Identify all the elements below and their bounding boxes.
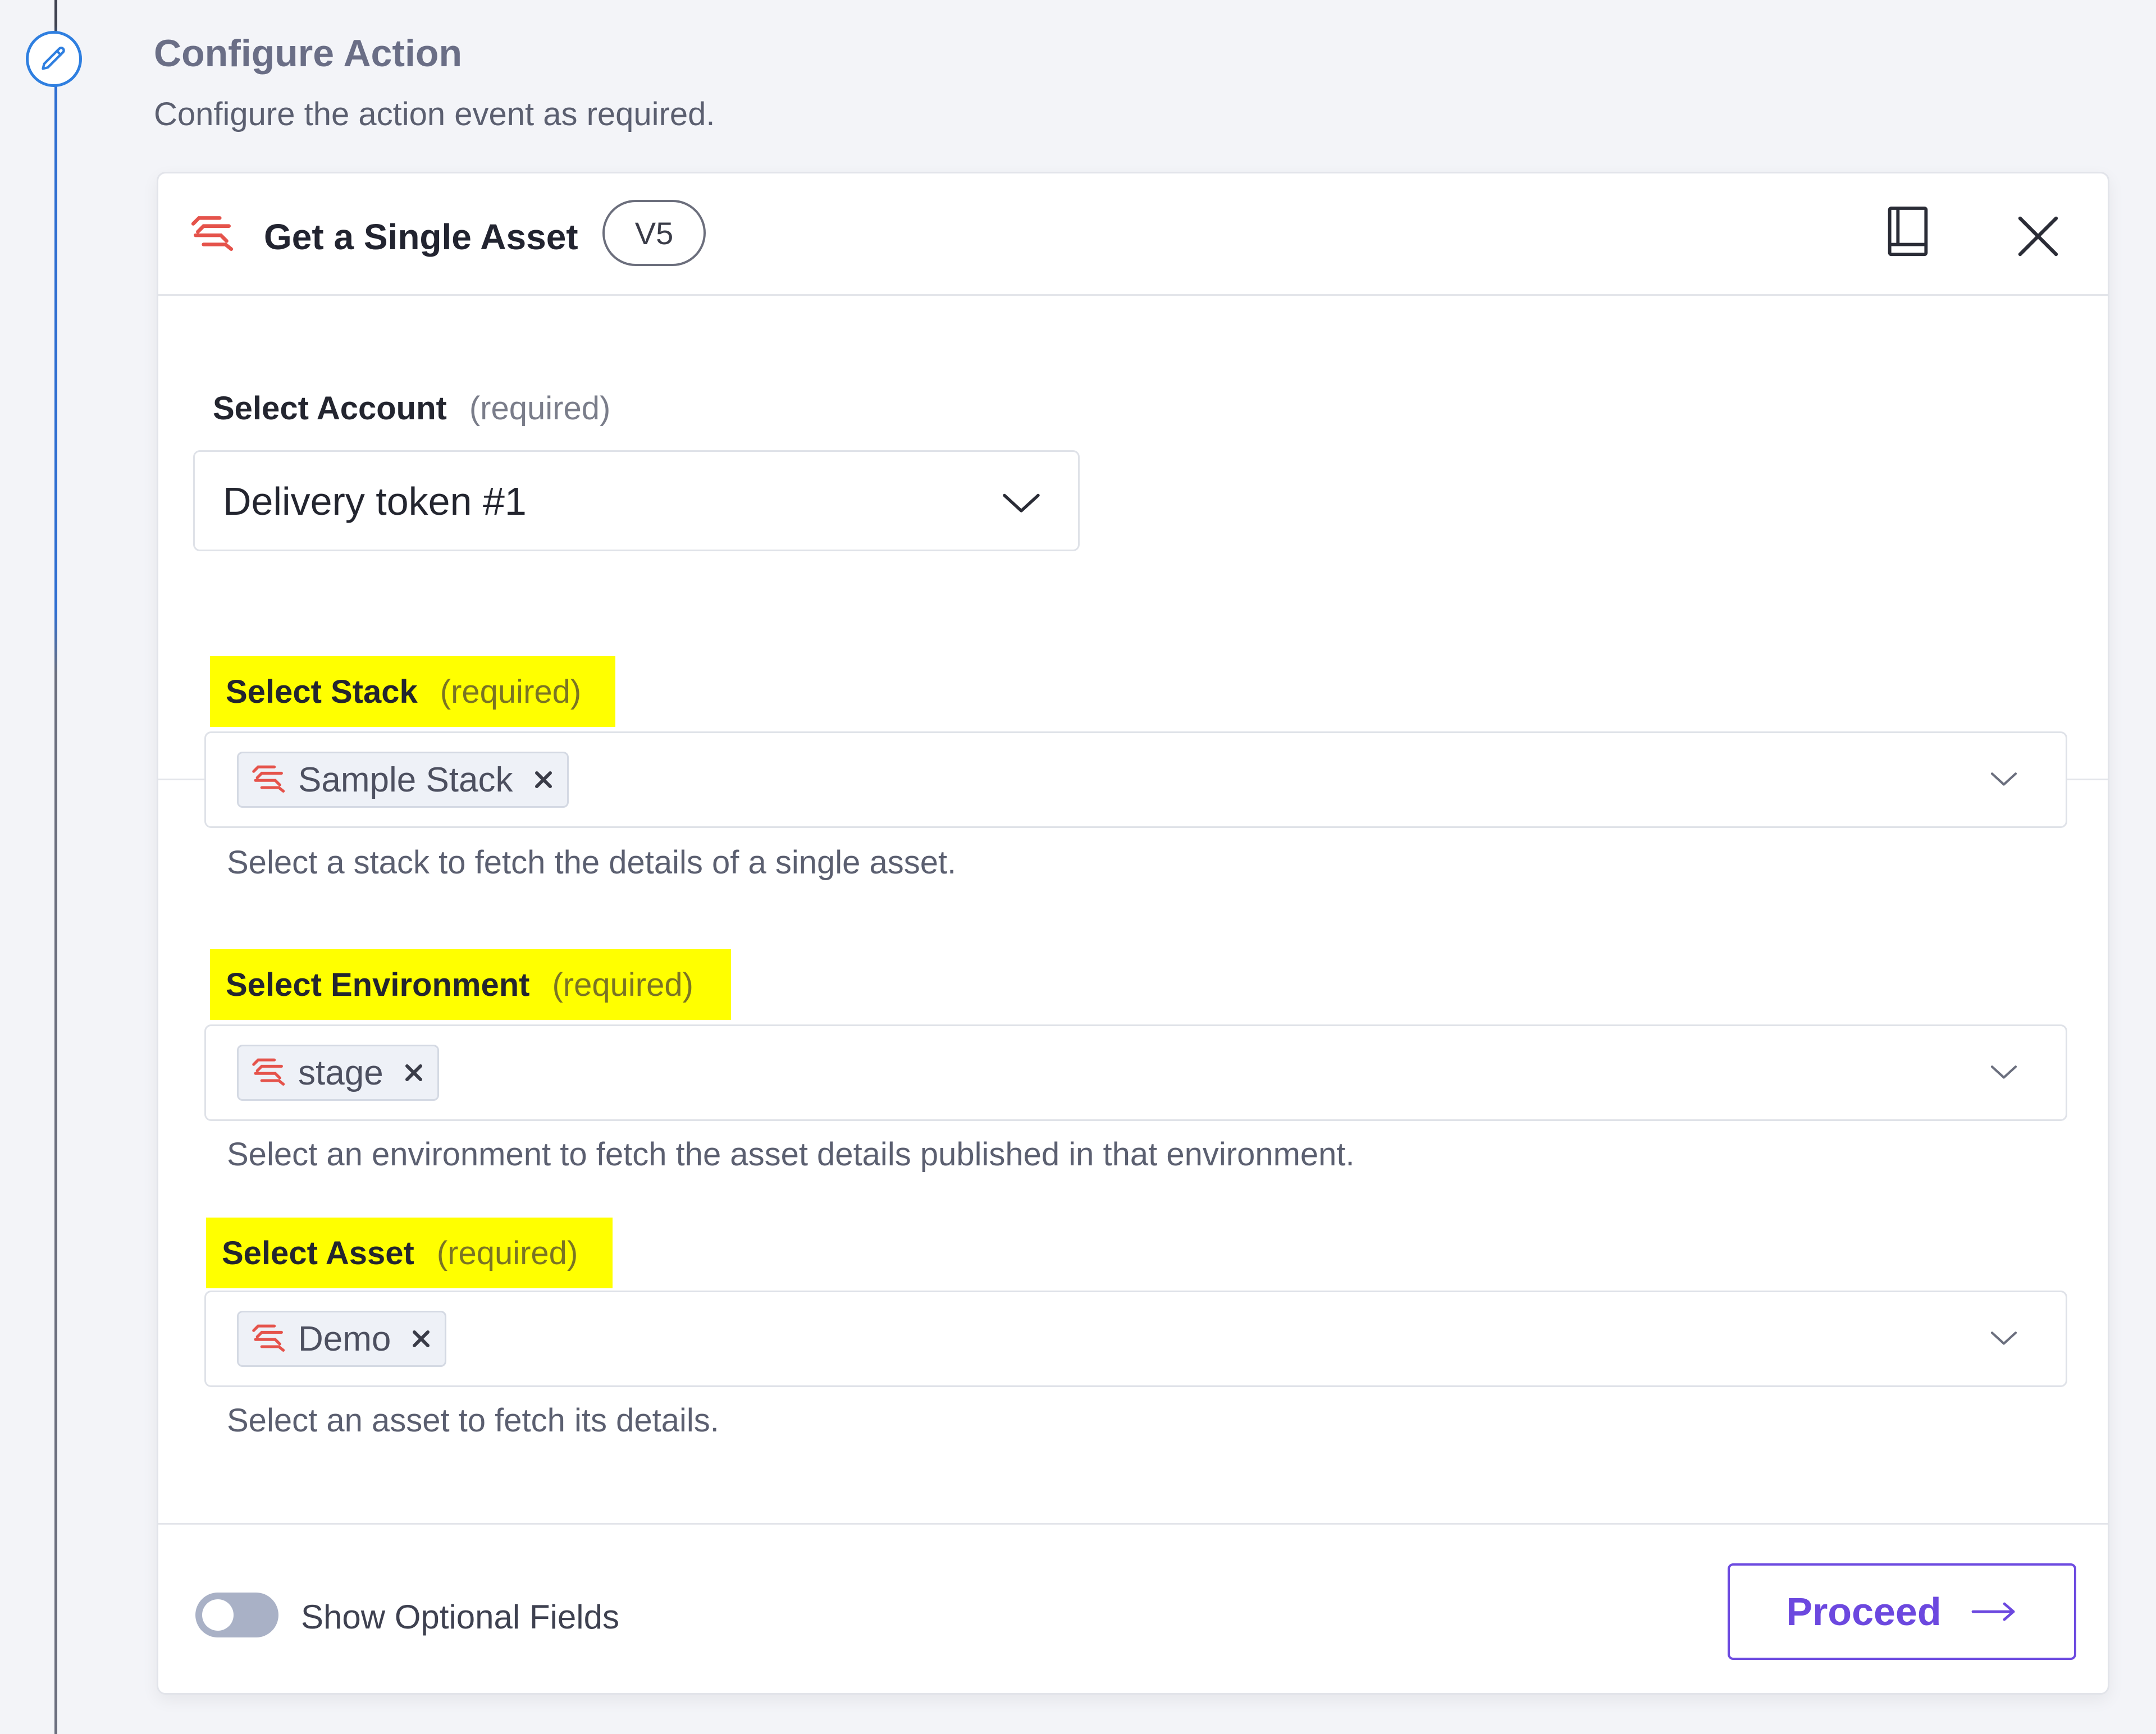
- account-select[interactable]: Delivery token #1: [193, 450, 1080, 551]
- chevron-down-icon: [999, 486, 1044, 522]
- timeline-line: [54, 0, 57, 1734]
- asset-label-text: Select Asset: [222, 1234, 414, 1271]
- optional-fields-toggle[interactable]: [195, 1593, 278, 1637]
- environment-label: Select Environment (required): [210, 949, 731, 1020]
- card-footer: Show Optional Fields Proceed: [158, 1523, 2108, 1695]
- remove-environment-x-icon[interactable]: [403, 1062, 425, 1084]
- book-icon[interactable]: [1883, 205, 1933, 264]
- environment-chip-text: stage: [298, 1053, 383, 1092]
- account-required-text: (required): [469, 390, 611, 427]
- stack-label: Select Stack (required): [210, 656, 615, 727]
- step-pencil-icon: [26, 31, 82, 87]
- remove-asset-x-icon[interactable]: [410, 1328, 432, 1350]
- environment-required-text: (required): [552, 966, 693, 1003]
- chevron-down-icon[interactable]: [1988, 1326, 2020, 1352]
- contentstack-logo-icon: [251, 1056, 287, 1090]
- action-title: Get a Single Asset: [264, 217, 578, 257]
- stack-required-text: (required): [440, 673, 582, 710]
- contentstack-logo-icon: [251, 763, 287, 797]
- asset-chip-text: Demo: [298, 1319, 391, 1358]
- stack-chip-text: Sample Stack: [298, 760, 513, 799]
- account-label-text: Select Account: [213, 390, 447, 427]
- version-badge: V5: [602, 200, 706, 266]
- asset-label: Select Asset (required): [206, 1218, 613, 1288]
- proceed-button[interactable]: Proceed: [1728, 1563, 2076, 1660]
- asset-chip: Demo: [237, 1311, 447, 1367]
- optional-fields-label: Show Optional Fields: [301, 1598, 619, 1636]
- asset-multiselect[interactable]: Demo: [204, 1291, 2067, 1387]
- environment-help-text: Select an environment to fetch the asset…: [227, 1136, 1355, 1173]
- page-title: Configure Action: [154, 32, 462, 75]
- proceed-button-label: Proceed: [1786, 1590, 1942, 1634]
- chevron-down-icon[interactable]: [1988, 1060, 2020, 1086]
- stack-chip: Sample Stack: [237, 752, 569, 808]
- arrow-right-icon: [1971, 1600, 2018, 1623]
- action-card: Get a Single Asset V5 Select Account (req…: [157, 172, 2109, 1695]
- asset-help-text: Select an asset to fetch its details.: [227, 1402, 719, 1439]
- chevron-down-icon[interactable]: [1988, 767, 2020, 793]
- stack-help-text: Select a stack to fetch the details of a…: [227, 844, 957, 881]
- environment-label-text: Select Environment: [226, 966, 530, 1003]
- stack-multiselect[interactable]: Sample Stack: [204, 731, 2067, 828]
- toggle-knob: [202, 1599, 234, 1631]
- page-subtitle: Configure the action event as required.: [154, 96, 715, 132]
- contentstack-logo-icon: [190, 213, 236, 256]
- environment-multiselect[interactable]: stage: [204, 1024, 2067, 1121]
- environment-chip: stage: [237, 1045, 439, 1101]
- stack-label-text: Select Stack: [226, 673, 418, 710]
- close-icon[interactable]: [2011, 209, 2065, 266]
- card-header: Get a Single Asset V5: [158, 173, 2108, 296]
- asset-required-text: (required): [436, 1234, 578, 1271]
- account-label: Select Account (required): [213, 390, 610, 427]
- contentstack-logo-icon: [251, 1322, 287, 1356]
- account-select-value: Delivery token #1: [223, 479, 527, 523]
- remove-stack-x-icon[interactable]: [532, 768, 555, 791]
